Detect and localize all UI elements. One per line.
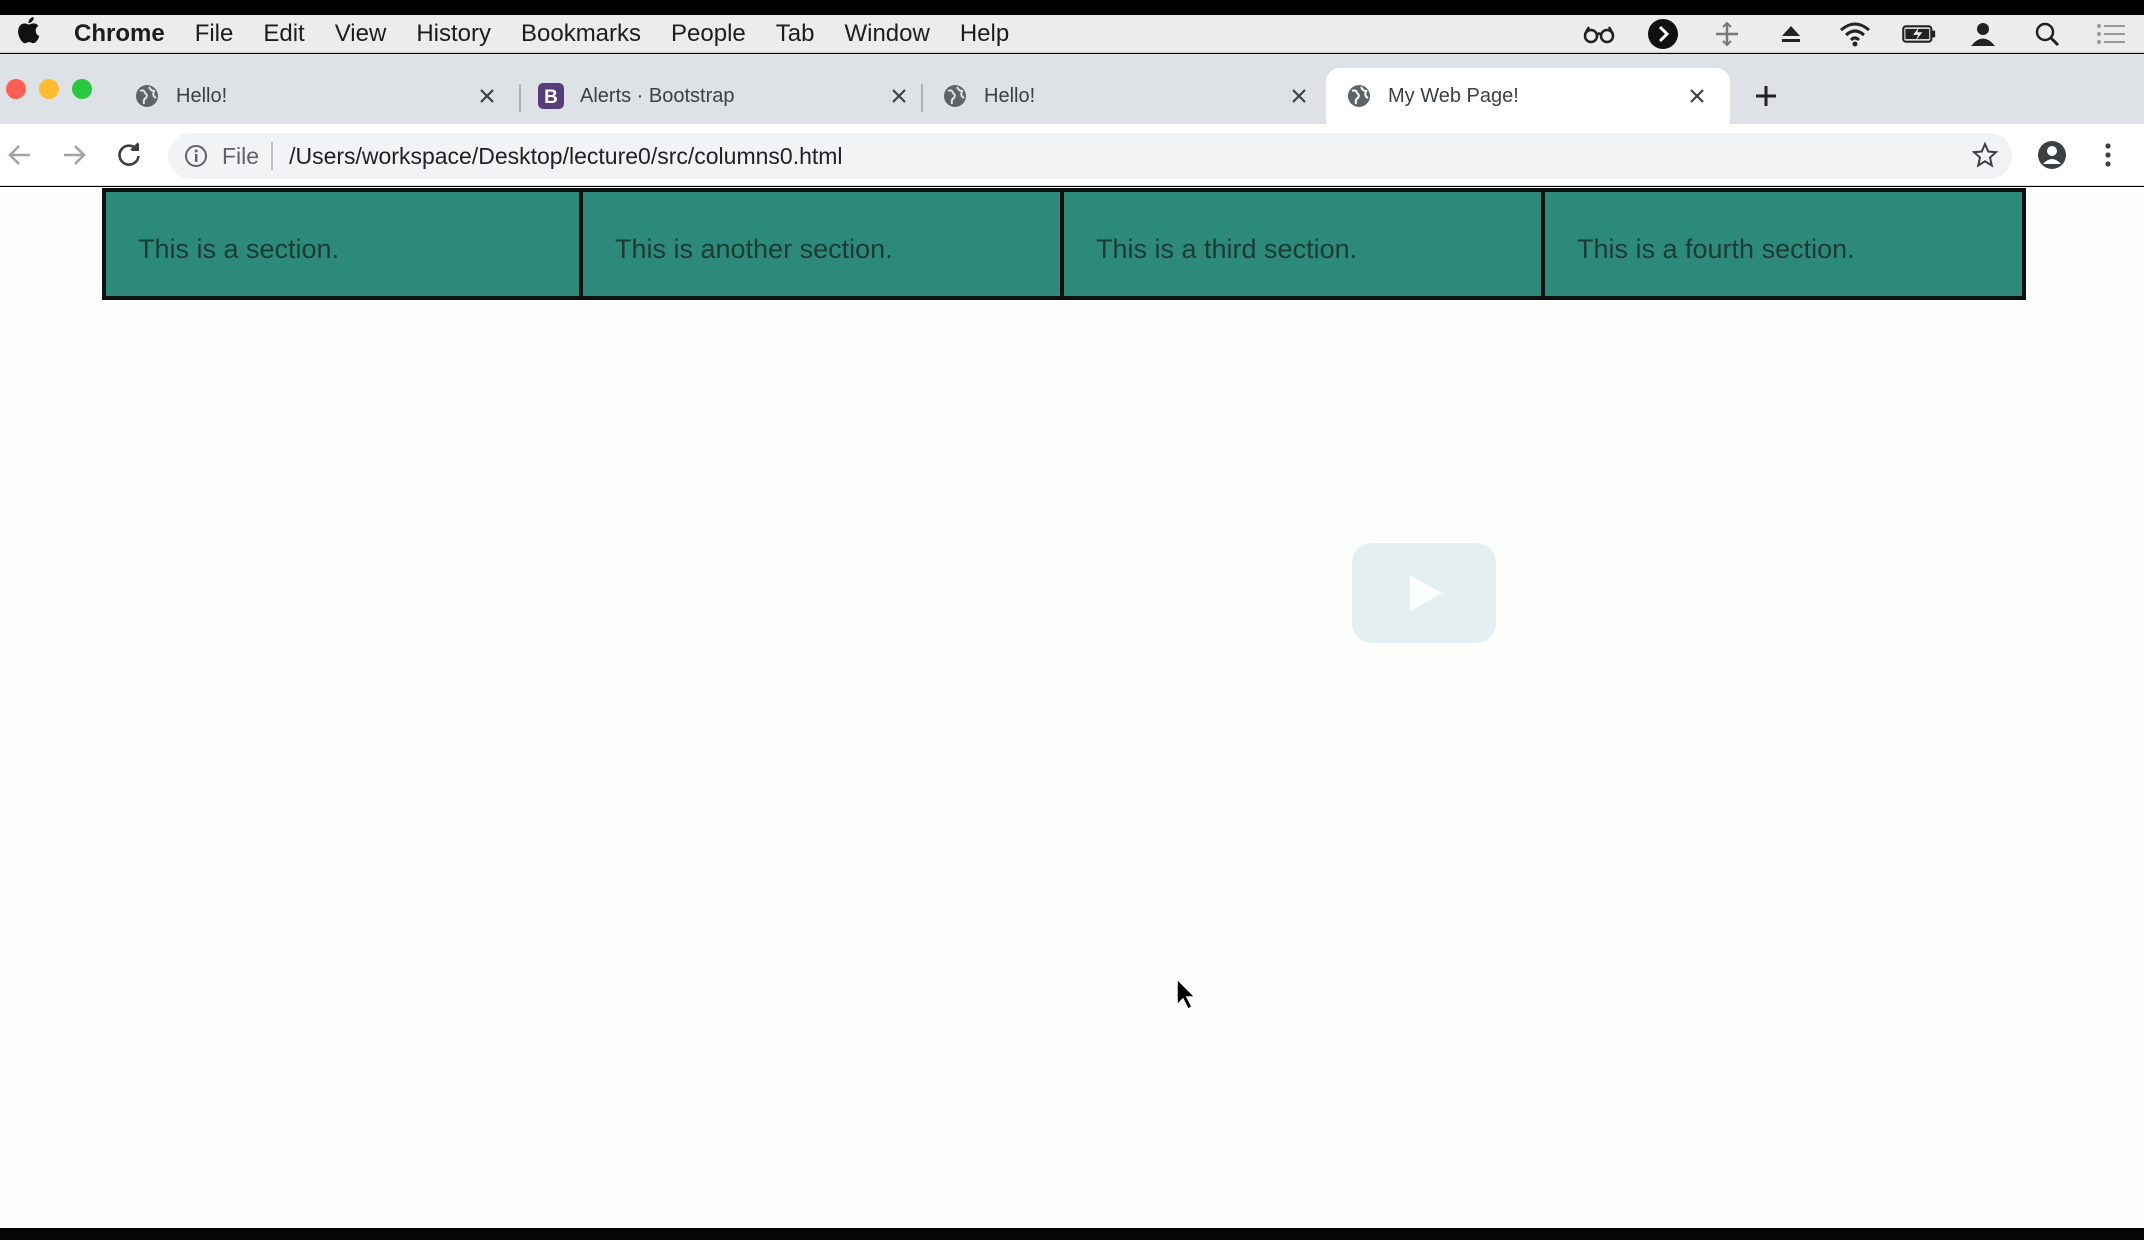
section-columns: This is a section. This is another secti… (102, 188, 2026, 300)
user-account-icon[interactable] (1966, 17, 2000, 51)
menu-app-chrome[interactable]: Chrome (74, 20, 165, 48)
forward-arrow-icon[interactable] (58, 139, 90, 171)
spotlight-search-icon[interactable] (2030, 17, 2064, 51)
menu-edit[interactable]: Edit (263, 20, 304, 48)
address-bar[interactable]: File /Users/workspace/Desktop/lecture0/s… (168, 133, 2012, 179)
tab-separator (519, 84, 521, 112)
menu-bookmarks[interactable]: Bookmarks (521, 20, 641, 48)
close-tab-icon[interactable] (886, 83, 912, 109)
tab-my-web-page[interactable]: My Web Page! (1326, 68, 1730, 124)
tab-separator (921, 84, 923, 112)
window-zoom-button[interactable] (72, 79, 92, 99)
play-icon (1410, 575, 1442, 611)
macos-menu-bar: Chrome File Edit View History Bookmarks … (0, 15, 2144, 53)
site-info-icon[interactable] (182, 142, 210, 170)
battery-charging-icon[interactable] (1902, 17, 1936, 51)
svg-text:B: B (544, 87, 558, 108)
screen-bottom-edge (0, 1228, 2144, 1240)
window-close-button[interactable] (6, 79, 26, 99)
move-arrows-icon[interactable] (1710, 17, 1744, 51)
tab-title: My Web Page! (1388, 84, 1519, 107)
omnibox-divider (271, 142, 274, 170)
menu-history[interactable]: History (416, 20, 491, 48)
tab-hello-2[interactable]: Hello! (924, 68, 1332, 124)
eject-icon[interactable] (1774, 17, 1808, 51)
wifi-icon[interactable] (1838, 17, 1872, 51)
notification-center-icon[interactable] (2094, 17, 2128, 51)
tab-alerts-bootstrap[interactable]: B Alerts · Bootstrap (522, 68, 932, 124)
menu-window[interactable]: Window (844, 20, 929, 48)
close-tab-icon[interactable] (1286, 83, 1312, 109)
profile-avatar-icon[interactable] (2036, 139, 2068, 171)
menu-help[interactable]: Help (960, 20, 1009, 48)
globe-icon (134, 83, 160, 109)
section-1: This is a section. (102, 188, 583, 300)
close-tab-icon[interactable] (474, 83, 500, 109)
url-scheme-label: File (222, 142, 260, 169)
menu-view[interactable]: View (335, 20, 387, 48)
menu-tab[interactable]: Tab (776, 20, 815, 48)
glasses-icon[interactable] (1582, 17, 1616, 51)
url-text[interactable]: /Users/workspace/Desktop/lecture0/src/co… (289, 143, 842, 170)
video-play-button-overlay[interactable] (1352, 543, 1496, 643)
tab-title: Hello! (176, 84, 228, 107)
section-2: This is another section. (583, 188, 1064, 300)
tab-hello-1[interactable]: Hello! (100, 68, 520, 124)
new-tab-plus-icon[interactable] (1750, 80, 1782, 112)
play-circle-icon[interactable] (1646, 17, 1680, 51)
bookmark-star-icon[interactable] (1969, 139, 2001, 171)
section-4: This is a fourth section. (1545, 188, 2026, 300)
browser-tab-strip: Hello! B Alerts · Bootstrap Hello! My We… (0, 54, 2144, 124)
browser-toolbar: File /Users/workspace/Desktop/lecture0/s… (0, 124, 2144, 186)
window-minimize-button[interactable] (39, 79, 59, 99)
menu-file[interactable]: File (195, 20, 234, 48)
screen-top-edge (0, 0, 2144, 15)
globe-icon (1346, 83, 1372, 109)
tab-title: Hello! (984, 84, 1036, 107)
page-viewport: This is a section. This is another secti… (0, 187, 2144, 1228)
section-3: This is a third section. (1064, 188, 1545, 300)
menu-bar-status-icons (1582, 15, 2128, 53)
tab-title: Alerts · Bootstrap (580, 84, 735, 107)
more-options-kebab-icon[interactable] (2092, 139, 2124, 171)
reload-icon[interactable] (113, 139, 145, 171)
bootstrap-logo-icon: B (538, 83, 564, 109)
apple-menu-icon[interactable] (16, 16, 46, 51)
menu-people[interactable]: People (671, 20, 746, 48)
back-arrow-icon[interactable] (4, 139, 36, 171)
mouse-cursor-icon (1176, 977, 1197, 1011)
close-tab-icon[interactable] (1684, 83, 1710, 109)
globe-icon (942, 83, 968, 109)
